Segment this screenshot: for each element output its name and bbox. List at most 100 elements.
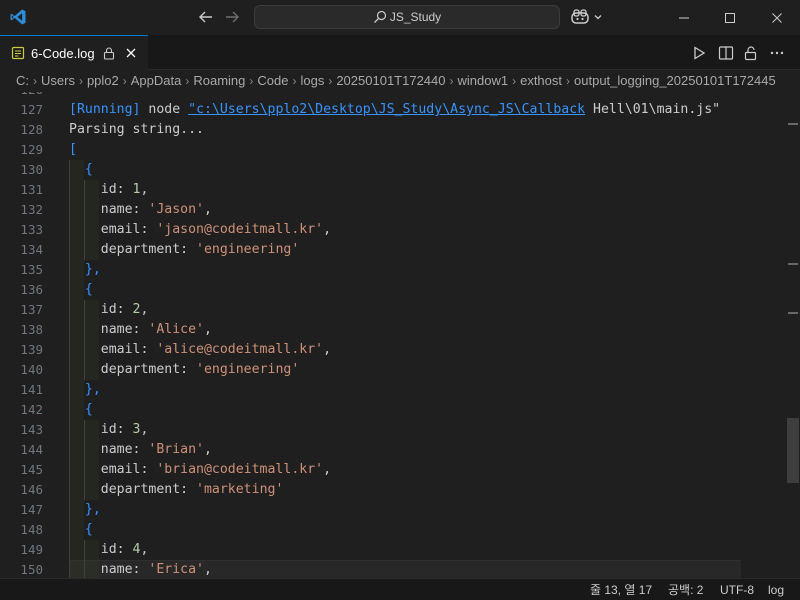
line-content: department: 'engineering' — [69, 360, 300, 380]
breadcrumb-item[interactable]: Users — [41, 73, 75, 88]
line-content: email: 'brian@codeitmall.kr', — [69, 460, 331, 480]
forward-arrow-icon[interactable] — [223, 8, 241, 26]
code-token: department: — [69, 362, 197, 377]
back-arrow-icon[interactable] — [197, 8, 215, 26]
unlock-icon — [744, 46, 757, 61]
line-number: 136 — [20, 282, 43, 297]
code-line[interactable]: 143 id: 3, — [0, 420, 800, 440]
code-token: }, — [69, 502, 101, 517]
breadcrumb-item[interactable]: pplo2 — [87, 73, 119, 88]
code-line[interactable]: 140 department: 'engineering' — [0, 360, 800, 380]
line-number: 137 — [20, 302, 43, 317]
breadcrumb-item[interactable]: AppData — [131, 73, 182, 88]
editor[interactable]: 126 127 [Running] node "c:\Users\pplo2\Des… — [0, 92, 800, 578]
vertical-scrollbar[interactable] — [786, 92, 800, 578]
breadcrumb-item[interactable]: Code — [257, 73, 288, 88]
code-token: , — [203, 562, 212, 577]
code-token[interactable]: " — [188, 102, 196, 117]
code-token: 'Brian' — [148, 442, 204, 457]
code-line[interactable]: 129 [ — [0, 140, 800, 160]
code-token[interactable]: c:\Users\pplo2\Desktop\JS_Study\Async_JS… — [196, 102, 585, 117]
code-line[interactable]: 126 — [0, 92, 800, 100]
code-line[interactable]: 135 }, — [0, 260, 800, 280]
code-line[interactable]: 148 { — [0, 520, 800, 540]
tab-6-code-log[interactable]: 6-Code.log — [0, 35, 148, 70]
code-token: name: — [69, 442, 149, 457]
code-token: , — [323, 342, 332, 357]
code-token: [Running] — [69, 102, 141, 117]
line-number: 149 — [20, 542, 43, 557]
code-line[interactable]: 138 name: 'Alice', — [0, 320, 800, 340]
code-token: 'Alice' — [148, 322, 204, 337]
code-token: , — [323, 462, 332, 477]
breadcrumb: C: › Users › pplo2 › AppData › Roaming › Code › logs… — [0, 70, 800, 92]
breadcrumb-item[interactable]: window1 — [458, 73, 509, 88]
code-line[interactable]: 127 [Running] node "c:\Users\pplo2\Deskto… — [0, 100, 800, 120]
command-center-search[interactable]: JS_Study — [254, 5, 560, 29]
code-line[interactable]: 128 Parsing string... — [0, 120, 800, 140]
code-line[interactable]: 133 email: 'jason@codeitmall.kr', — [0, 220, 800, 240]
code-token: , — [140, 542, 149, 557]
code-line[interactable]: 150 name: 'Erica', — [0, 560, 800, 578]
copilot-menu[interactable] — [570, 8, 604, 26]
cursor-position[interactable]: 줄 13, 열 17 — [590, 579, 652, 600]
code-token: name: — [69, 202, 149, 217]
log-file-icon — [11, 46, 25, 60]
more-actions-button[interactable] — [768, 44, 786, 62]
line-content: Parsing string... — [69, 120, 204, 140]
code-line[interactable]: 144 name: 'Brian', — [0, 440, 800, 460]
line-content: name: 'Alice', — [69, 320, 212, 340]
code-line[interactable]: 147 }, — [0, 500, 800, 520]
close-icon — [772, 12, 782, 23]
code-line[interactable]: 139 email: 'alice@codeitmall.kr', — [0, 340, 800, 360]
play-icon — [694, 46, 706, 60]
code-token: 'engineering' — [196, 242, 300, 257]
breadcrumb-item[interactable]: exthost — [520, 73, 562, 88]
breadcrumb-item[interactable]: output_logging_20250101T172445 — [574, 73, 776, 88]
code-line[interactable]: 137 id: 2, — [0, 300, 800, 320]
maximize-button[interactable] — [707, 0, 753, 35]
code-token: { — [69, 162, 93, 177]
close-tab-icon[interactable] — [124, 46, 138, 60]
language-mode[interactable]: log — [768, 579, 784, 600]
code-line[interactable]: 141 }, — [0, 380, 800, 400]
line-content: name: 'Jason', — [69, 200, 212, 220]
indentation[interactable]: 공백: 2 — [668, 579, 703, 600]
line-content: { — [69, 520, 93, 540]
search-icon — [373, 10, 386, 23]
line-content: id: 4, — [69, 540, 149, 560]
code-line[interactable]: 142 { — [0, 400, 800, 420]
breadcrumb-item[interactable]: Roaming — [193, 73, 245, 88]
code-line[interactable]: 130 { — [0, 160, 800, 180]
code-token: , — [323, 222, 332, 237]
scrollbar-thumb[interactable] — [787, 418, 799, 483]
toggle-readonly-button[interactable] — [742, 44, 760, 62]
breadcrumb-item[interactable]: C: — [16, 73, 29, 88]
code-line[interactable]: 134 department: 'engineering' — [0, 240, 800, 260]
line-number: 142 — [20, 402, 43, 417]
line-number: 148 — [20, 522, 43, 537]
code-line[interactable]: 132 name: 'Jason', — [0, 200, 800, 220]
split-editor-button[interactable] — [717, 44, 735, 62]
line-number: 130 — [20, 162, 43, 177]
copilot-icon — [571, 9, 589, 24]
breadcrumb-item[interactable]: logs — [300, 73, 324, 88]
code-token: 'engineering' — [196, 362, 300, 377]
code-token: , — [140, 422, 149, 437]
title-bar: JS_Study — [0, 0, 800, 35]
code-token: 'alice@codeitmall.kr' — [156, 342, 324, 357]
encoding[interactable]: UTF-8 — [720, 579, 754, 600]
code-line[interactable]: 145 email: 'brian@codeitmall.kr', — [0, 460, 800, 480]
code-token: 'brian@codeitmall.kr' — [156, 462, 324, 477]
code-line[interactable]: 136 { — [0, 280, 800, 300]
run-button[interactable] — [690, 44, 708, 62]
maximize-icon — [725, 12, 735, 23]
close-window-button[interactable] — [754, 0, 800, 35]
code-token: , — [140, 182, 149, 197]
code-line[interactable]: 146 department: 'marketing' — [0, 480, 800, 500]
code-line[interactable]: 149 id: 4, — [0, 540, 800, 560]
minimize-button[interactable] — [661, 0, 707, 35]
code-line[interactable]: 131 id: 1, — [0, 180, 800, 200]
breadcrumb-item[interactable]: 20250101T172440 — [336, 73, 445, 88]
vscode-logo-icon[interactable] — [9, 8, 27, 26]
